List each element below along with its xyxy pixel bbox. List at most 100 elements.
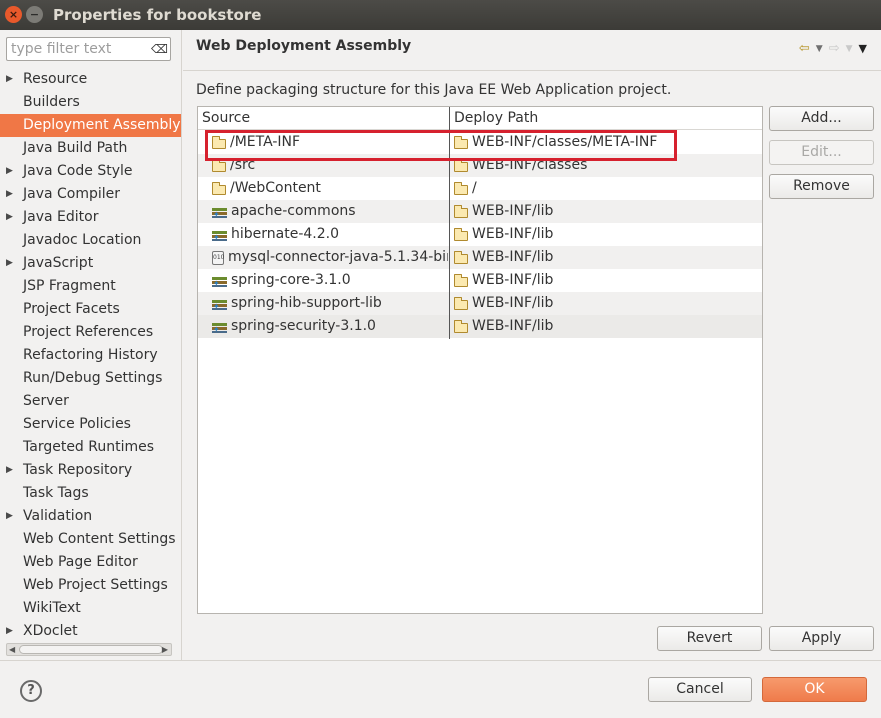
ok-button[interactable]: OK xyxy=(762,677,867,702)
deploy-path-label: WEB-INF/lib xyxy=(472,272,554,288)
forward-dropdown-icon[interactable]: ▼ xyxy=(846,44,853,54)
sidebar-item-label: Task Repository xyxy=(23,462,133,478)
deploy-path-cell: WEB-INF/lib xyxy=(454,269,754,292)
sidebar-scrollbar[interactable]: ◀ ▶ xyxy=(6,643,172,656)
back-dropdown-icon[interactable]: ▼ xyxy=(816,44,823,54)
sidebar-item-label: Web Content Settings xyxy=(23,531,176,547)
folder-icon xyxy=(454,250,468,264)
scroll-left-icon[interactable]: ◀ xyxy=(9,644,15,655)
sidebar-item-label: JSP Fragment xyxy=(23,278,116,294)
sidebar-item[interactable]: Run/Debug Settings xyxy=(0,367,181,390)
help-icon[interactable]: ? xyxy=(20,680,42,702)
sidebar-item[interactable]: Server xyxy=(0,390,181,413)
sidebar-item[interactable]: ▶ Resource xyxy=(0,68,181,91)
view-menu-icon[interactable]: ▼ xyxy=(859,42,867,55)
sidebar-item[interactable]: ▶ JavaScript xyxy=(0,252,181,275)
table-row[interactable]: ✦ apache-commons WEB-INF/lib xyxy=(198,200,762,223)
deploy-path-cell: WEB-INF/lib xyxy=(454,223,754,246)
sidebar-item[interactable]: Javadoc Location xyxy=(0,229,181,252)
sidebar-item-label: XDoclet xyxy=(23,623,78,639)
sidebar-item[interactable]: Service Policies xyxy=(0,413,181,436)
expand-arrow-icon[interactable]: ▶ xyxy=(6,206,13,229)
table-row[interactable]: ✦ hibernate-4.2.0 WEB-INF/lib xyxy=(198,223,762,246)
close-window-icon[interactable]: × xyxy=(5,6,22,23)
expand-arrow-icon[interactable]: ▶ xyxy=(6,68,13,91)
expand-arrow-icon[interactable]: ▶ xyxy=(6,252,13,275)
forward-arrow-icon[interactable]: ⇨ xyxy=(829,41,840,56)
cancel-button[interactable]: Cancel xyxy=(648,677,752,702)
sidebar-item[interactable]: ▶ Task Repository xyxy=(0,459,181,482)
sidebar-item-label: Builders xyxy=(23,94,80,110)
back-arrow-icon[interactable]: ⇦ xyxy=(799,41,810,56)
sidebar-item[interactable]: Web Content Settings xyxy=(0,528,181,551)
table-row[interactable]: 010 mysql-connector-java-5.1.34-bin.jar WE… xyxy=(198,246,762,269)
revert-button[interactable]: Revert xyxy=(657,626,762,651)
source-label: apache-commons xyxy=(231,203,356,219)
apply-button[interactable]: Apply xyxy=(769,626,874,651)
scrollbar-thumb[interactable] xyxy=(19,645,163,654)
expand-arrow-icon[interactable]: ▶ xyxy=(6,459,13,482)
edit-button[interactable]: Edit... xyxy=(769,140,874,165)
expand-arrow-icon[interactable]: ▶ xyxy=(6,183,13,206)
minimize-window-icon[interactable]: − xyxy=(26,6,43,23)
filter-input[interactable] xyxy=(7,38,147,60)
source-label: spring-security-3.1.0 xyxy=(231,318,376,334)
sidebar-item-label: Java Editor xyxy=(23,209,99,225)
source-cell: ✦ hibernate-4.2.0 xyxy=(212,223,448,246)
add-button[interactable]: Add... xyxy=(769,106,874,131)
sidebar-item[interactable]: ▶ XDoclet xyxy=(0,620,181,643)
sidebar-item[interactable]: Task Tags xyxy=(0,482,181,505)
sidebar-item[interactable]: WikiText xyxy=(0,597,181,620)
sidebar-item-label: Project References xyxy=(23,324,154,340)
expand-arrow-icon[interactable]: ▶ xyxy=(6,160,13,183)
table-row[interactable]: ✦ spring-hib-support-lib WEB-INF/lib xyxy=(198,292,762,315)
folder-icon xyxy=(454,135,468,149)
clear-filter-icon[interactable]: ⌫ xyxy=(151,41,168,57)
expand-arrow-icon[interactable]: ▶ xyxy=(6,620,13,643)
table-row[interactable]: /META-INF WEB-INF/classes/META-INF xyxy=(198,131,762,154)
library-icon: ✦ xyxy=(212,321,227,334)
sidebar-item[interactable]: ▶ Java Compiler xyxy=(0,183,181,206)
deploy-path-cell: WEB-INF/lib xyxy=(454,292,754,315)
folder-icon xyxy=(212,181,226,195)
scroll-right-icon[interactable]: ▶ xyxy=(162,644,168,655)
filter-box: ⌫ xyxy=(6,37,171,61)
deploy-path-label: WEB-INF/lib xyxy=(472,203,554,219)
sidebar-item-label: Service Policies xyxy=(23,416,131,432)
sidebar-item[interactable]: ▶ Java Editor xyxy=(0,206,181,229)
remove-button[interactable]: Remove xyxy=(769,174,874,199)
sidebar-item[interactable]: Project Facets xyxy=(0,298,181,321)
expand-arrow-icon[interactable]: ▶ xyxy=(6,505,13,528)
library-icon: ✦ xyxy=(212,206,227,219)
sidebar-item[interactable]: ▶ Validation xyxy=(0,505,181,528)
table-row[interactable]: /src WEB-INF/classes xyxy=(198,154,762,177)
source-cell: /WebContent xyxy=(212,177,448,200)
sidebar-item[interactable]: ▶ Java Code Style xyxy=(0,160,181,183)
sidebar-item[interactable]: Targeted Runtimes xyxy=(0,436,181,459)
sidebar-item-label: Java Code Style xyxy=(23,163,133,179)
sidebar-item[interactable]: Project References xyxy=(0,321,181,344)
sidebar-item-label: Resource xyxy=(23,71,88,87)
sidebar-item-label: Run/Debug Settings xyxy=(23,370,163,386)
sidebar-item-label: Deployment Assembly xyxy=(23,117,181,133)
column-header-deploy-path[interactable]: Deploy Path xyxy=(454,110,538,126)
folder-icon xyxy=(454,181,468,195)
sidebar-item[interactable]: Java Build Path xyxy=(0,137,181,160)
folder-icon xyxy=(454,158,468,172)
sidebar-item[interactable]: Builders xyxy=(0,91,181,114)
page-description: Define packaging structure for this Java… xyxy=(196,82,672,98)
page-title: Web Deployment Assembly xyxy=(196,38,412,54)
table-row[interactable]: /WebContent / xyxy=(198,177,762,200)
sidebar-item[interactable]: Web Page Editor xyxy=(0,551,181,574)
sidebar-item[interactable]: Refactoring History xyxy=(0,344,181,367)
table-row[interactable]: ✦ spring-security-3.1.0 WEB-INF/lib xyxy=(198,315,762,338)
sidebar-item[interactable]: JSP Fragment xyxy=(0,275,181,298)
sidebar-item[interactable]: Deployment Assembly xyxy=(0,114,181,137)
folder-icon xyxy=(454,273,468,287)
sidebar-item-label: Web Page Editor xyxy=(23,554,138,570)
sidebar-item[interactable]: Web Project Settings xyxy=(0,574,181,597)
deploy-path-cell: / xyxy=(454,177,754,200)
table-row[interactable]: ✦ spring-core-3.1.0 WEB-INF/lib xyxy=(198,269,762,292)
deploy-path-label: / xyxy=(472,180,477,196)
column-header-source[interactable]: Source xyxy=(202,110,250,126)
